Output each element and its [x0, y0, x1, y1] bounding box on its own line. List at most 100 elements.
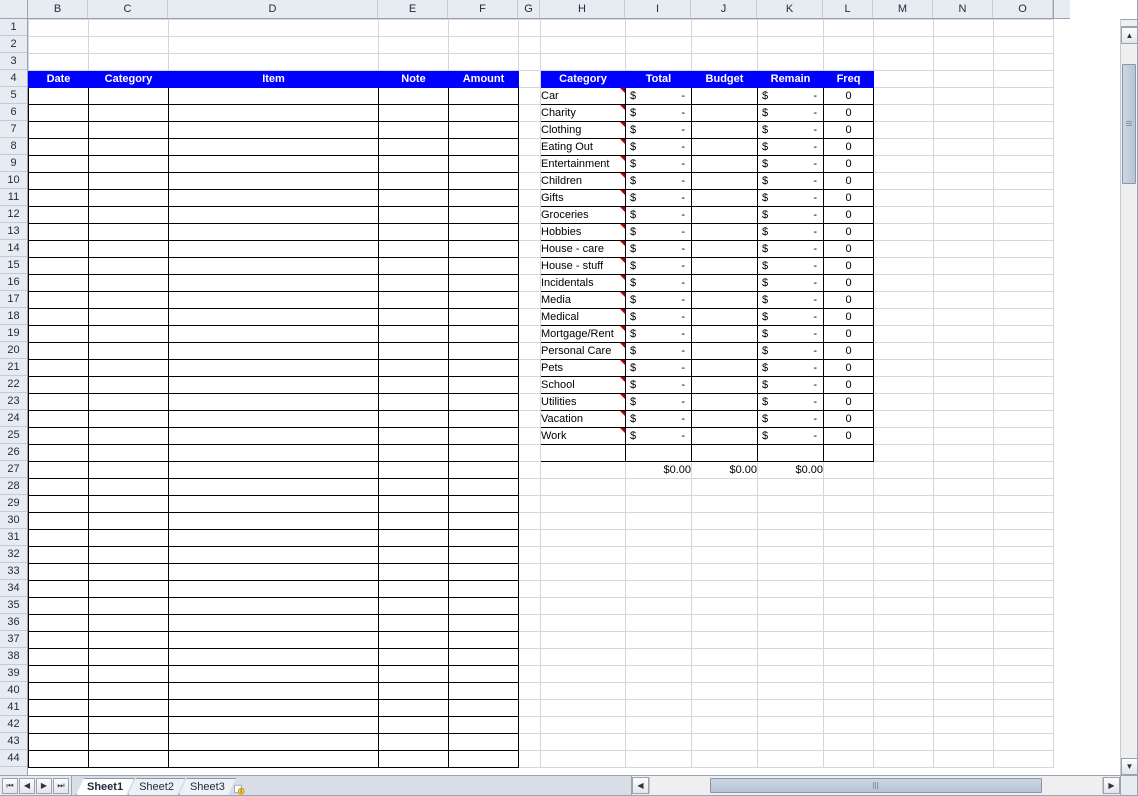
cell-F40[interactable] — [449, 683, 519, 700]
cell-K17[interactable]: $- — [758, 292, 824, 309]
cell-D22[interactable] — [169, 377, 379, 394]
cell-H44[interactable] — [541, 751, 626, 768]
cell-K16[interactable]: $- — [758, 275, 824, 292]
cell-H32[interactable] — [541, 547, 626, 564]
cell-I15[interactable]: $- — [626, 258, 692, 275]
cell-H4[interactable]: Category — [541, 71, 626, 88]
cell-B32[interactable] — [29, 547, 89, 564]
cell-C43[interactable] — [89, 734, 169, 751]
cell-B20[interactable] — [29, 343, 89, 360]
cell-F38[interactable] — [449, 649, 519, 666]
cell-E33[interactable] — [379, 564, 449, 581]
cell-K9[interactable]: $- — [758, 156, 824, 173]
cell-G15[interactable] — [519, 258, 541, 275]
column-header-N[interactable]: N — [933, 0, 993, 18]
cell-D11[interactable] — [169, 190, 379, 207]
cell-L42[interactable] — [824, 717, 874, 734]
cell-C3[interactable] — [89, 54, 169, 71]
cell-L36[interactable] — [824, 615, 874, 632]
cell-J34[interactable] — [692, 581, 758, 598]
cell-D29[interactable] — [169, 496, 379, 513]
cell-F6[interactable] — [449, 105, 519, 122]
cell-E38[interactable] — [379, 649, 449, 666]
cell-D39[interactable] — [169, 666, 379, 683]
cell-B11[interactable] — [29, 190, 89, 207]
cell-I8[interactable]: $- — [626, 139, 692, 156]
cell-D18[interactable] — [169, 309, 379, 326]
cell-B1[interactable] — [29, 20, 89, 37]
cell-E23[interactable] — [379, 394, 449, 411]
cell-I33[interactable] — [626, 564, 692, 581]
cell-K4[interactable]: Remain — [758, 71, 824, 88]
cell-D40[interactable] — [169, 683, 379, 700]
cell-O1[interactable] — [994, 20, 1054, 37]
cell-E31[interactable] — [379, 530, 449, 547]
tab-first-button[interactable]: ⏮ — [2, 778, 18, 794]
row-header-13[interactable]: 13 — [0, 223, 27, 240]
tab-last-button[interactable]: ⏭ — [53, 778, 69, 794]
cell-C32[interactable] — [89, 547, 169, 564]
cell-L15[interactable]: 0 — [824, 258, 874, 275]
cell-D35[interactable] — [169, 598, 379, 615]
cell-G23[interactable] — [519, 394, 541, 411]
cell-D15[interactable] — [169, 258, 379, 275]
cell-G2[interactable] — [519, 37, 541, 54]
hscroll-track[interactable] — [649, 777, 1103, 794]
cell-O43[interactable] — [994, 734, 1054, 751]
cell-D5[interactable] — [169, 88, 379, 105]
cell-B16[interactable] — [29, 275, 89, 292]
row-header-28[interactable]: 28 — [0, 478, 27, 495]
cell-B41[interactable] — [29, 700, 89, 717]
cell-O21[interactable] — [994, 360, 1054, 377]
cell-I32[interactable] — [626, 547, 692, 564]
tab-next-button[interactable]: ▶ — [36, 778, 52, 794]
cell-K43[interactable] — [758, 734, 824, 751]
cell-B33[interactable] — [29, 564, 89, 581]
cell-D36[interactable] — [169, 615, 379, 632]
row-header-14[interactable]: 14 — [0, 240, 27, 257]
cell-N12[interactable] — [934, 207, 994, 224]
cell-M15[interactable] — [874, 258, 934, 275]
cell-B42[interactable] — [29, 717, 89, 734]
cell-I36[interactable] — [626, 615, 692, 632]
cell-J3[interactable] — [692, 54, 758, 71]
cell-G8[interactable] — [519, 139, 541, 156]
cell-N31[interactable] — [934, 530, 994, 547]
cell-D25[interactable] — [169, 428, 379, 445]
cell-F16[interactable] — [449, 275, 519, 292]
cell-K35[interactable] — [758, 598, 824, 615]
cell-E44[interactable] — [379, 751, 449, 768]
cell-B2[interactable] — [29, 37, 89, 54]
cell-O39[interactable] — [994, 666, 1054, 683]
row-header-11[interactable]: 11 — [0, 189, 27, 206]
cell-B24[interactable] — [29, 411, 89, 428]
row-header-40[interactable]: 40 — [0, 682, 27, 699]
cell-B4[interactable]: Date — [29, 71, 89, 88]
cell-E39[interactable] — [379, 666, 449, 683]
cell-M32[interactable] — [874, 547, 934, 564]
cell-F9[interactable] — [449, 156, 519, 173]
cell-B23[interactable] — [29, 394, 89, 411]
cell-G27[interactable] — [519, 462, 541, 479]
cell-M24[interactable] — [874, 411, 934, 428]
cell-O23[interactable] — [994, 394, 1054, 411]
cell-J29[interactable] — [692, 496, 758, 513]
cell-M2[interactable] — [874, 37, 934, 54]
cell-I4[interactable]: Total — [626, 71, 692, 88]
cell-O29[interactable] — [994, 496, 1054, 513]
cell-H10[interactable]: Children — [541, 173, 626, 190]
cell-J16[interactable] — [692, 275, 758, 292]
cell-G25[interactable] — [519, 428, 541, 445]
cell-B44[interactable] — [29, 751, 89, 768]
cell-K40[interactable] — [758, 683, 824, 700]
cell-G29[interactable] — [519, 496, 541, 513]
cell-D26[interactable] — [169, 445, 379, 462]
cell-M44[interactable] — [874, 751, 934, 768]
cell-J41[interactable] — [692, 700, 758, 717]
cell-F21[interactable] — [449, 360, 519, 377]
cell-C37[interactable] — [89, 632, 169, 649]
cell-J21[interactable] — [692, 360, 758, 377]
scroll-right-button[interactable]: ▶ — [1103, 777, 1120, 794]
column-header-M[interactable]: M — [873, 0, 933, 18]
cell-L16[interactable]: 0 — [824, 275, 874, 292]
